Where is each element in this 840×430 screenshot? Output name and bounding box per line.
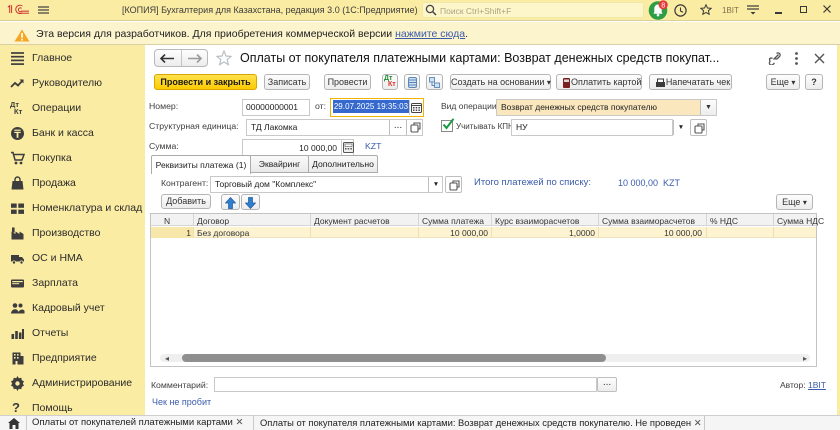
svg-text:8: 8 (661, 2, 665, 9)
